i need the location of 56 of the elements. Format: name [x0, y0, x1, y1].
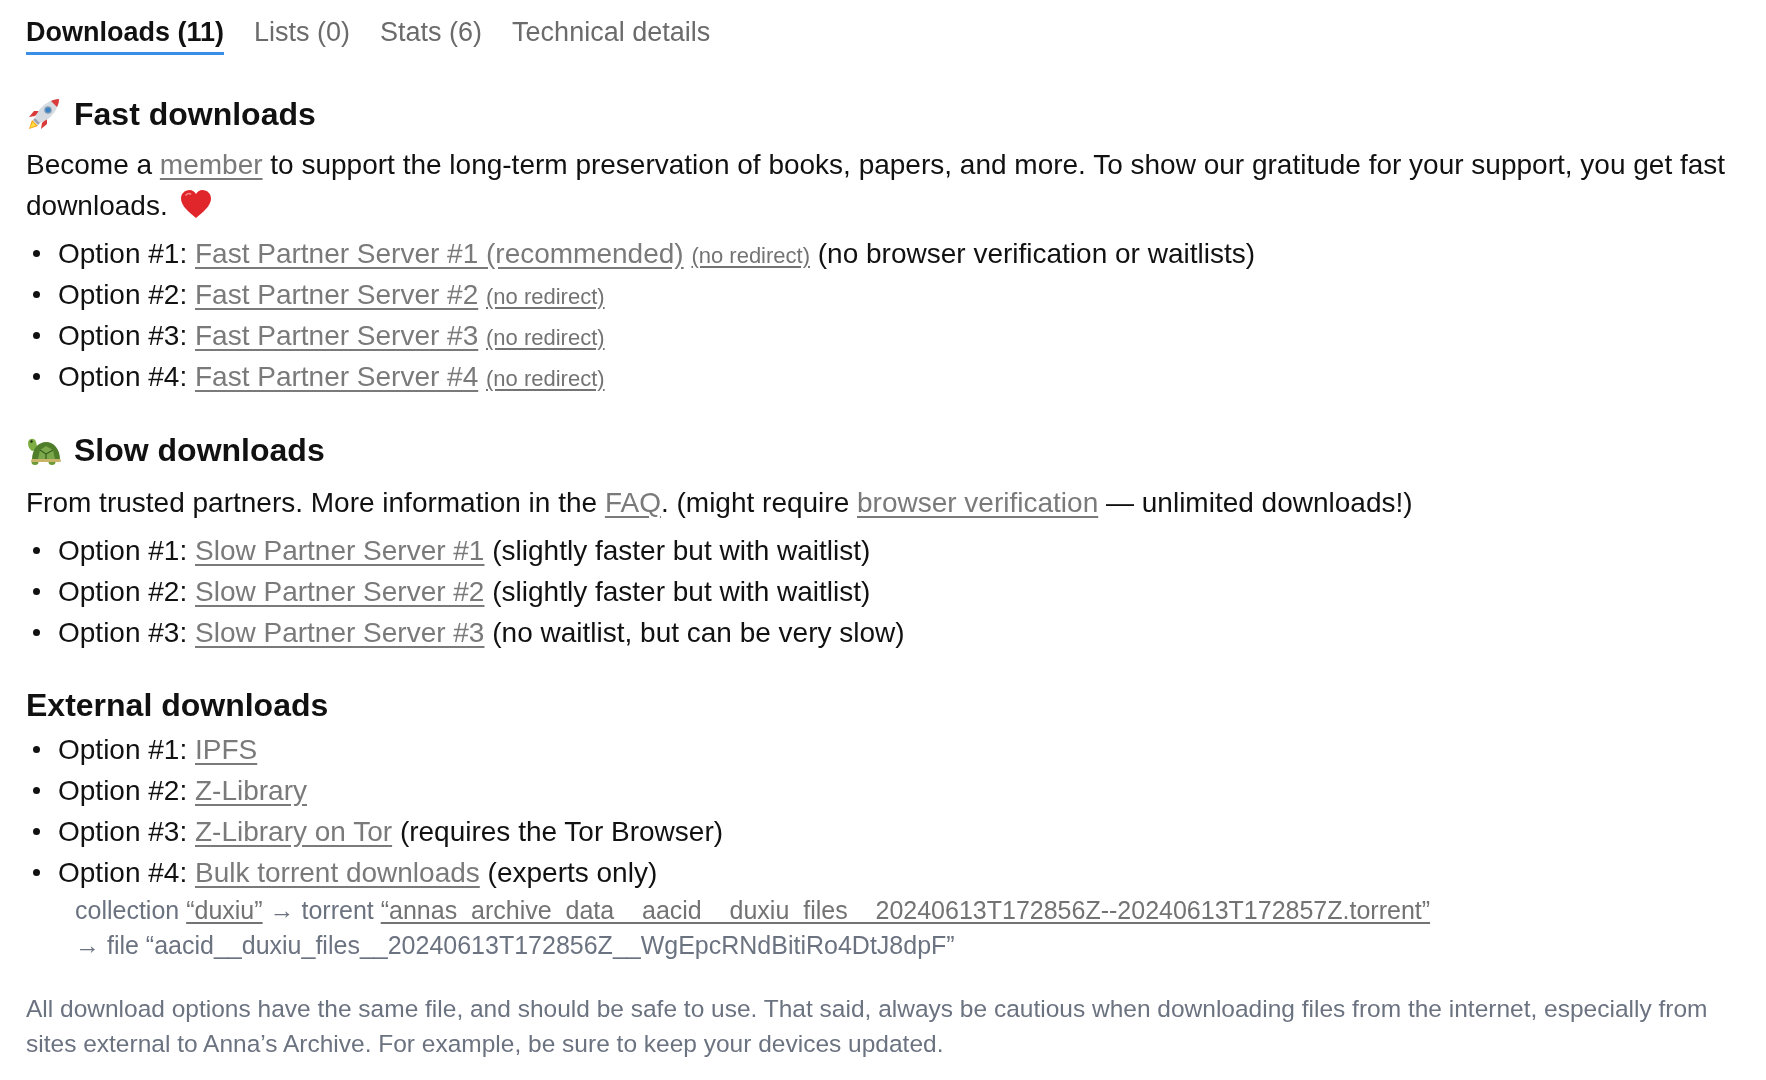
small-link[interactable]: (no redirect): [486, 365, 605, 391]
tab[interactable]: Technical details: [512, 16, 711, 55]
link[interactable]: Slow Partner Server #2: [195, 575, 485, 607]
link[interactable]: Fast Partner Server #1 (recommended): [195, 237, 684, 269]
option-line: Option #3: Z-Library on Tor (requires the Tor Browser): [58, 814, 724, 849]
tab[interactable]: Downloads (11): [26, 16, 225, 55]
link[interactable]: member: [159, 149, 263, 180]
option-line: Option #3: Slow Partner Server #3 (no waitlist, but can be very slow): [58, 615, 905, 650]
bullet-icon: [33, 828, 40, 835]
link[interactable]: Fast Partner Server #4: [195, 360, 479, 392]
section-heading: Slow downloads: [74, 431, 325, 470]
tab[interactable]: Stats (6): [380, 16, 483, 55]
tab[interactable]: Lists (0): [254, 16, 351, 55]
bullet-icon: [33, 547, 40, 554]
small-link[interactable]: (no redirect): [486, 283, 605, 309]
bullet-icon: [33, 291, 40, 298]
option-line: Option #1: Slow Partner Server #1 (slightly faster but with waitlist): [58, 533, 871, 568]
link[interactable]: Fast Partner Server #2: [195, 278, 479, 310]
link[interactable]: Z-Library on Tor: [195, 815, 393, 847]
bullet-icon: [33, 869, 40, 876]
bullet-icon: [33, 373, 40, 380]
detail-line: collection “duxiu” → torrent “annas_archive_data__aacid__duxiu_files__20240613T172856Z--20240613T172857Z.torrent”: [75, 895, 1431, 926]
rocket-icon: [26, 96, 62, 132]
link[interactable]: Slow Partner Server #3: [195, 616, 485, 648]
link[interactable]: IPFS: [195, 733, 258, 765]
option-line: Option #2: Z-Library: [58, 773, 307, 808]
option-line: Option #2: Fast Partner Server #2 (no redirect): [58, 277, 605, 312]
option-line: Option #4: Bulk torrent downloads (experts only): [58, 855, 658, 890]
section-heading: Fast downloads: [74, 95, 316, 134]
section-intro: Become a member to support the long-term preservation of books, papers, and more. To show our gratitude for your support, you get fast downloads.: [26, 148, 1727, 223]
option-line: Option #4: Fast Partner Server #4 (no redirect): [58, 359, 605, 394]
bullet-icon: [33, 588, 40, 595]
link[interactable]: Slow Partner Server #1: [195, 534, 485, 566]
link[interactable]: Z-Library: [195, 774, 307, 806]
heart-icon: [179, 189, 212, 219]
footer-note: All download options have the same file, and should be safe to use. That said, always be cautious when downloading files from the internet, especially from sites external to Anna’s Archive. For example, be sure to keep your devices updated.: [26, 994, 1709, 1059]
detail-line: → file “aacid__duxiu_files__20240613T172856Z__WgEpcRNdBitiRo4DtJ8dpF”: [75, 930, 955, 961]
bullet-icon: [33, 332, 40, 339]
bullet-icon: [33, 629, 40, 636]
link[interactable]: “annas_archive_data__aacid__duxiu_files__20240613T172856Z--20240613T172857Z.torrent”: [380, 896, 1431, 924]
small-link[interactable]: (no redirect): [486, 324, 605, 350]
option-line: Option #3: Fast Partner Server #3 (no redirect): [58, 318, 605, 353]
bullet-icon: [33, 787, 40, 794]
option-line: Option #1: Fast Partner Server #1 (recommended) (no redirect) (no browser verification or waitlists): [58, 236, 1256, 271]
option-line: Option #1: IPFS: [58, 732, 258, 767]
link[interactable]: browser verification: [857, 487, 1099, 518]
bullet-icon: [33, 250, 40, 257]
section-intro: From trusted partners. More information in the FAQ. (might require browser verification — unlimited downloads!): [26, 486, 1414, 520]
link[interactable]: “duxiu”: [186, 896, 263, 924]
option-line: Option #2: Slow Partner Server #2 (slightly faster but with waitlist): [58, 574, 871, 609]
link[interactable]: Fast Partner Server #3: [195, 319, 479, 351]
section-heading: External downloads: [26, 686, 329, 725]
link[interactable]: FAQ: [604, 487, 661, 518]
bullet-icon: [33, 746, 40, 753]
link[interactable]: Bulk torrent downloads: [195, 856, 480, 888]
small-link[interactable]: (no redirect): [691, 242, 810, 268]
